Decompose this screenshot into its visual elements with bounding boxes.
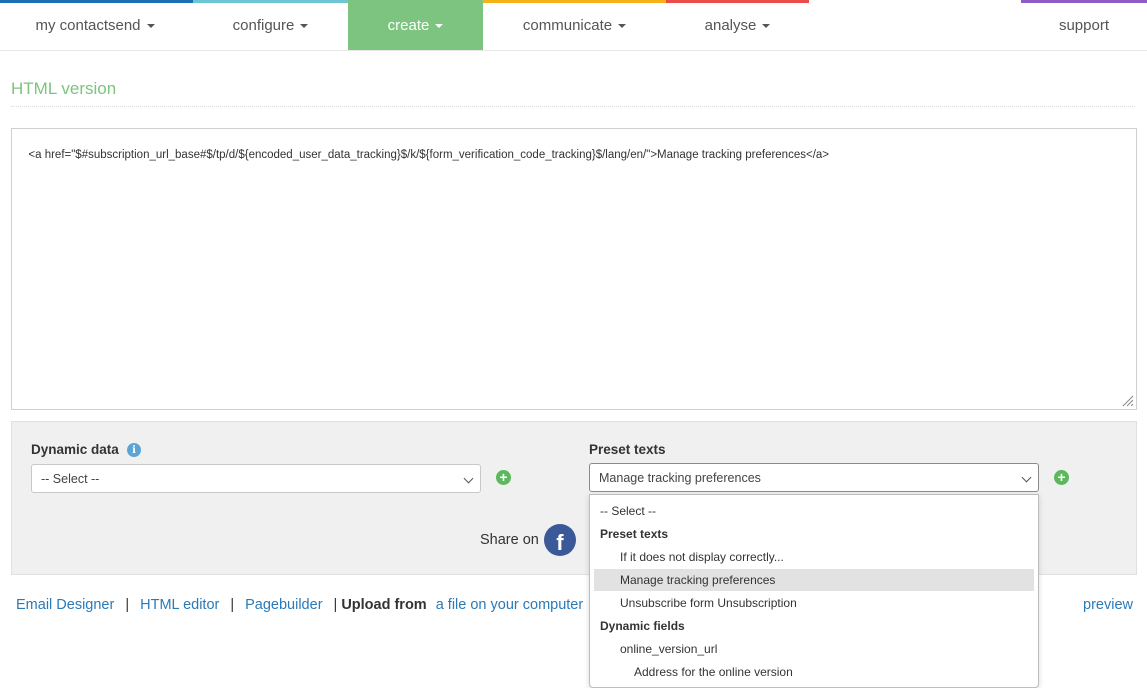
nav-item-configure[interactable]: configure bbox=[193, 0, 348, 50]
nav-label: communicate bbox=[522, 16, 613, 34]
separator: | bbox=[333, 597, 338, 613]
nav-item-my-contactsend[interactable]: my contactsend bbox=[0, 0, 190, 50]
dropdown-group-label: Dynamic fields bbox=[600, 619, 685, 633]
editor-links: Email Designer | HTML editor | Pagebuild… bbox=[16, 597, 583, 613]
title-divider bbox=[11, 106, 1135, 107]
dropdown-option[interactable]: online_version_url bbox=[594, 638, 1034, 660]
share-row: Share on f bbox=[480, 524, 576, 556]
dropdown-option[interactable]: Address for the online version bbox=[594, 661, 1034, 683]
html-code-textarea[interactable]: <a href="$#subscription_url_base#$/tp/d/… bbox=[11, 128, 1137, 410]
caret-down-icon bbox=[146, 24, 155, 28]
upload-from-label: Upload from bbox=[341, 597, 427, 613]
nav-label: create bbox=[387, 16, 430, 34]
nav-label: analyse bbox=[704, 16, 757, 34]
preview-link[interactable]: preview bbox=[1083, 597, 1133, 613]
info-icon[interactable]: i bbox=[127, 443, 141, 457]
caret-down-icon bbox=[618, 24, 627, 28]
facebook-icon[interactable]: f bbox=[543, 524, 576, 556]
caret-down-icon bbox=[300, 24, 309, 28]
nav-label: configure bbox=[232, 16, 295, 34]
dynamic-data-selected: -- Select -- bbox=[41, 471, 100, 486]
top-navigation: my contactsend configure create communic… bbox=[0, 0, 1147, 51]
separator: | bbox=[125, 597, 130, 613]
dropdown-option[interactable]: If it does not display correctly... bbox=[594, 546, 1034, 568]
nav-label: support bbox=[1058, 16, 1110, 34]
dynamic-data-label: Dynamic data bbox=[31, 442, 119, 457]
preset-texts-select[interactable]: Manage tracking preferences bbox=[589, 463, 1039, 492]
nav-item-support[interactable]: support bbox=[1021, 0, 1147, 50]
dropdown-group-label: Preset texts bbox=[600, 527, 669, 541]
dropdown-option[interactable]: Unsubscribe form Unsubscription bbox=[594, 592, 1034, 614]
nav-item-analyse[interactable]: analyse bbox=[666, 0, 809, 50]
separator: | bbox=[230, 597, 235, 613]
nav-item-communicate[interactable]: communicate bbox=[483, 0, 666, 50]
pagebuilder-link[interactable]: Pagebuilder bbox=[245, 597, 322, 613]
nav-label: my contactsend bbox=[35, 16, 141, 34]
add-preset-text-button[interactable]: + bbox=[1054, 470, 1069, 485]
dynamic-data-select[interactable]: -- Select -- bbox=[31, 464, 481, 493]
email-designer-link[interactable]: Email Designer bbox=[16, 597, 114, 613]
html-code-text: <a href="$#subscription_url_base#$/tp/d/… bbox=[28, 149, 829, 161]
preset-texts-dropdown: -- Select -- Preset texts If it does not… bbox=[589, 494, 1039, 688]
html-editor-link[interactable]: HTML editor bbox=[140, 597, 219, 613]
add-dynamic-data-button[interactable]: + bbox=[496, 470, 511, 485]
chevron-down-icon bbox=[1021, 472, 1032, 483]
chevron-down-icon bbox=[463, 473, 474, 484]
caret-down-icon bbox=[435, 24, 444, 28]
upload-file-link[interactable]: a file on your computer bbox=[436, 597, 584, 613]
nav-item-create[interactable]: create bbox=[348, 0, 483, 50]
dropdown-option-selected[interactable]: Manage tracking preferences bbox=[594, 569, 1034, 591]
page-title: HTML version bbox=[11, 79, 117, 98]
dropdown-option[interactable]: -- Select -- bbox=[594, 500, 1034, 522]
resize-grip-icon[interactable] bbox=[1122, 395, 1134, 407]
preset-texts-label: Preset texts bbox=[589, 442, 666, 457]
share-label: Share on bbox=[480, 532, 539, 548]
preset-texts-selected: Manage tracking preferences bbox=[599, 470, 761, 485]
caret-down-icon bbox=[762, 24, 771, 28]
